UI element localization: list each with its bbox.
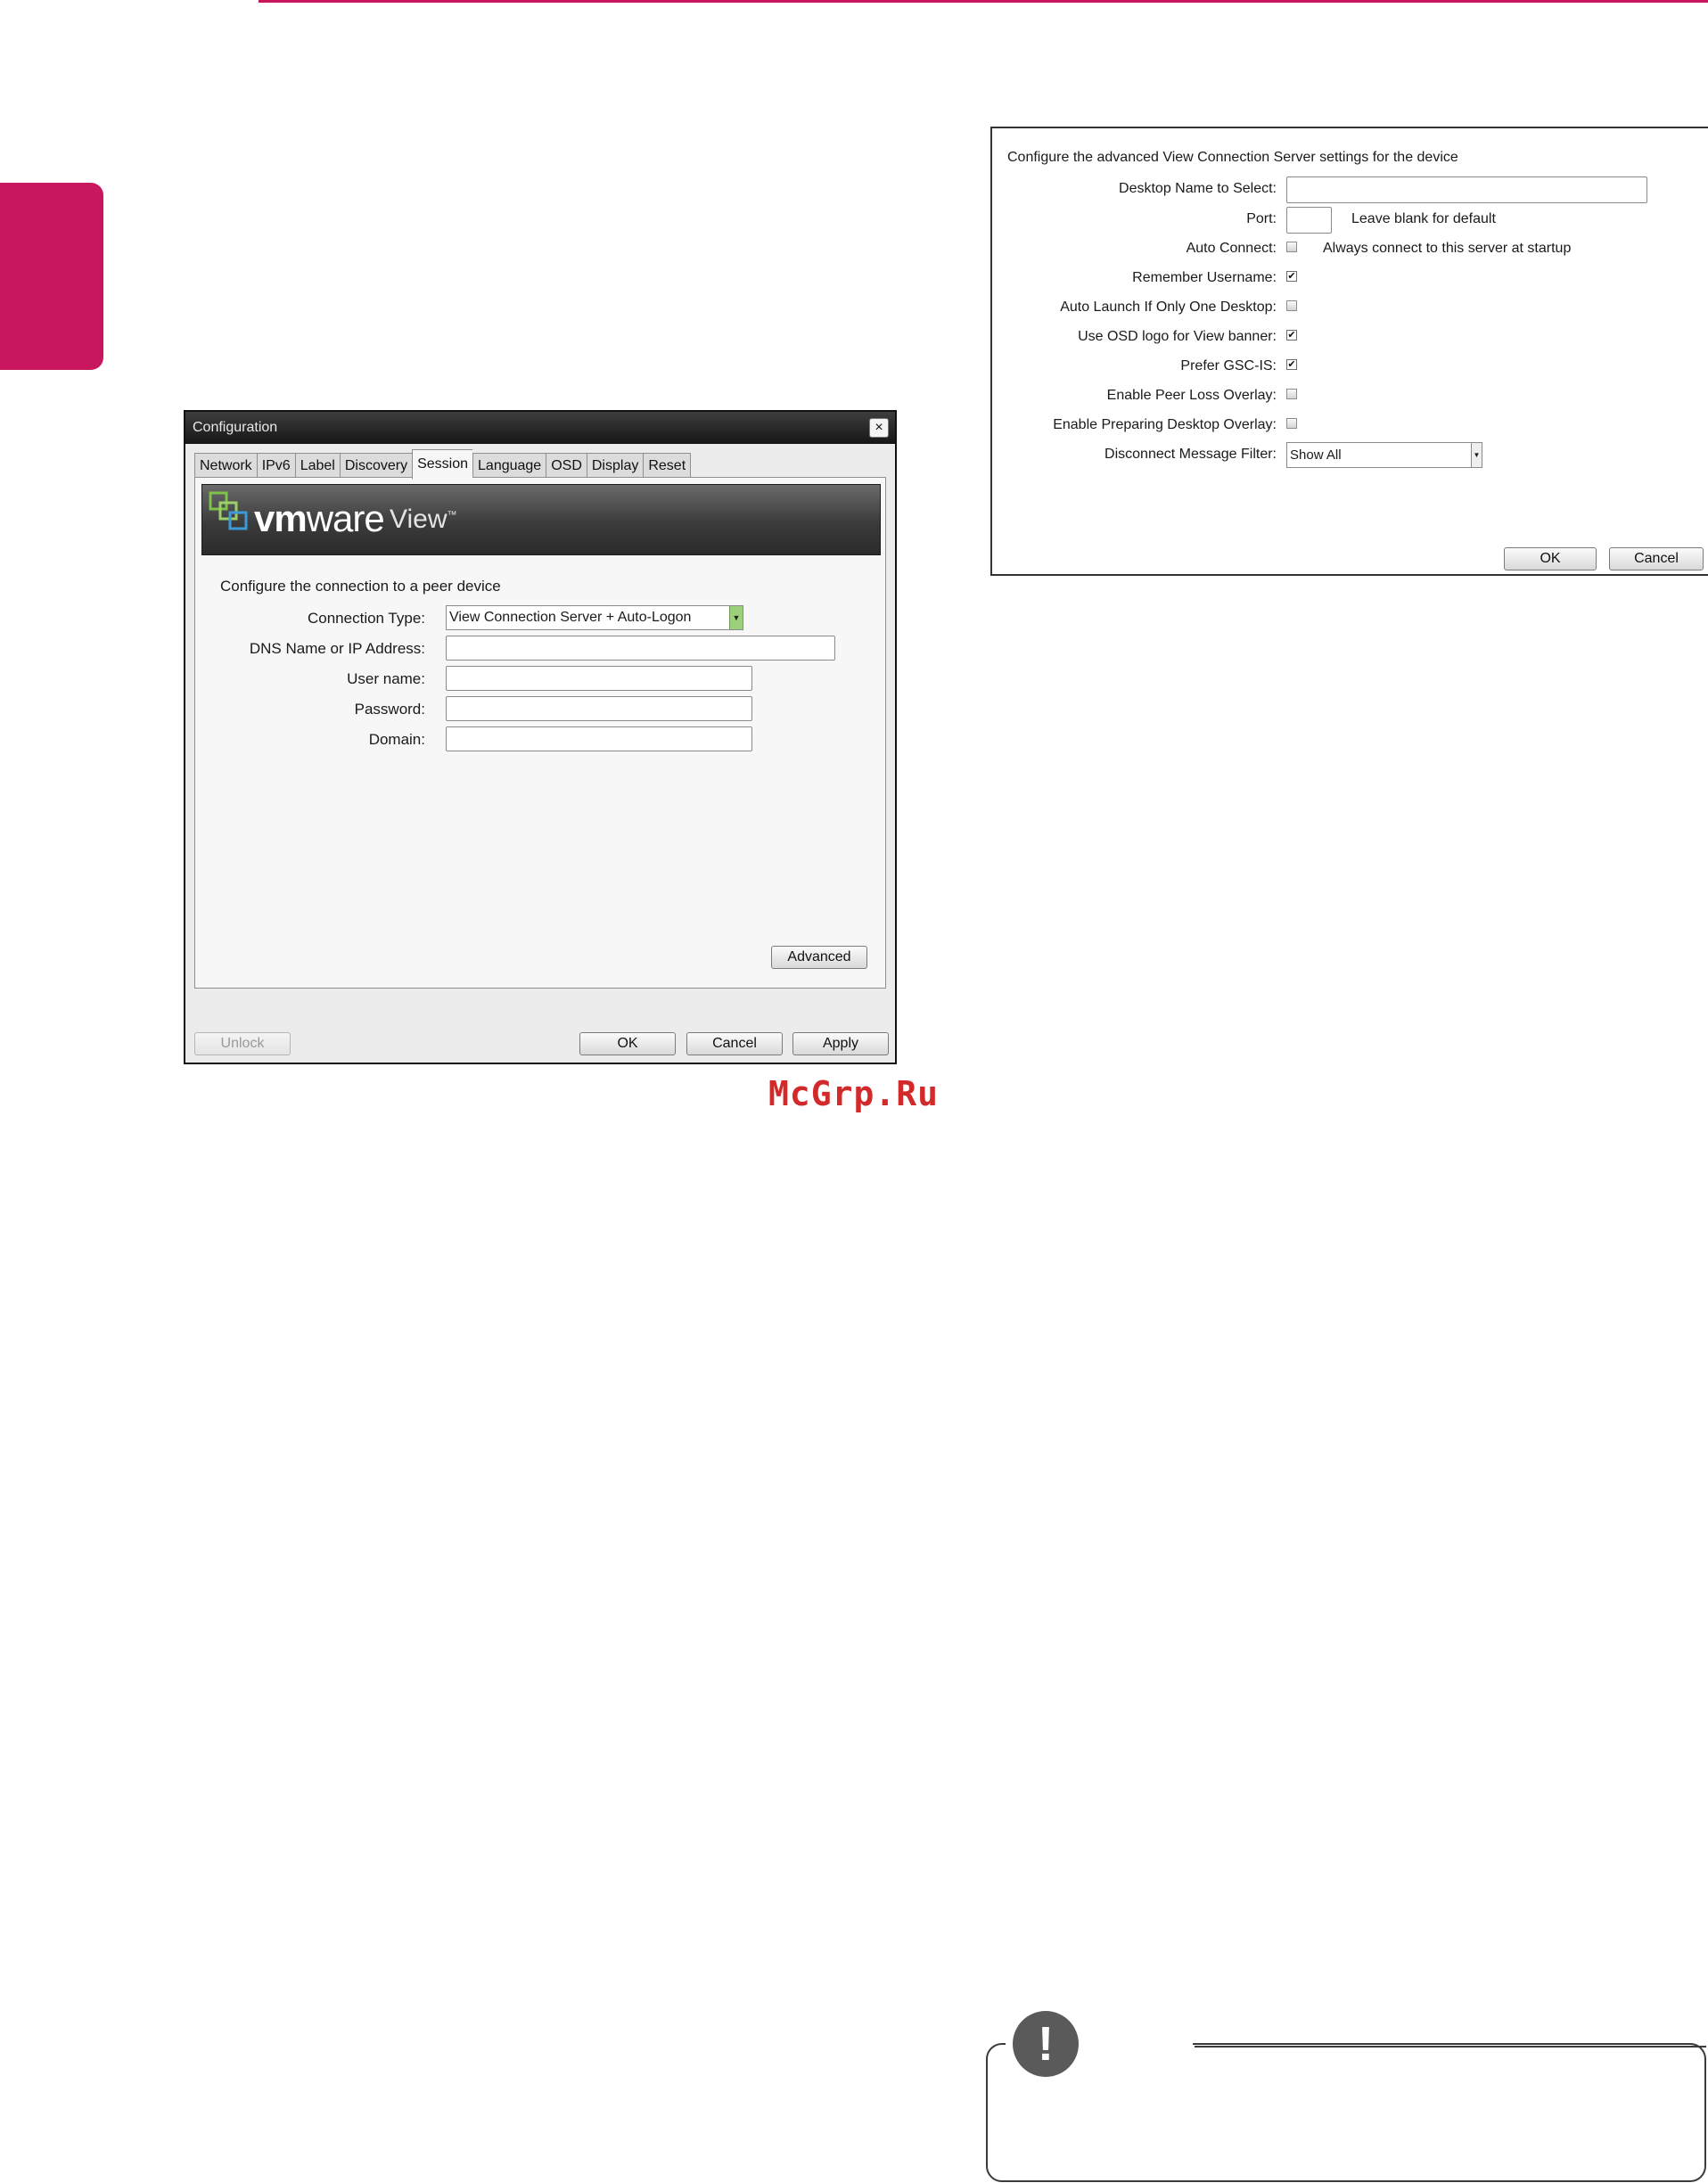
domain-label: Domain:: [368, 731, 425, 748]
dns-label: DNS Name or IP Address:: [249, 640, 425, 657]
dns-row: DNS Name or IP Address:: [195, 636, 887, 662]
domain-input[interactable]: [446, 726, 752, 751]
port-hint: Leave blank for default: [1351, 211, 1496, 226]
disconnect-filter-label: Disconnect Message Filter:: [1104, 447, 1277, 462]
dns-input[interactable]: [446, 636, 835, 661]
desktop-name-row: Desktop Name to Select:: [992, 176, 1708, 203]
chevron-down-icon[interactable]: ▼: [1471, 443, 1482, 467]
remember-username-checkbox[interactable]: ✔: [1286, 271, 1297, 282]
password-input[interactable]: [446, 696, 752, 721]
domain-row: Domain:: [195, 726, 887, 753]
auto-connect-hint: Always connect to this server at startup: [1323, 241, 1572, 256]
advanced-intro-text: Configure the advanced View Connection S…: [1007, 150, 1458, 165]
osd-logo-row: Use OSD logo for View banner: ✔: [992, 324, 1708, 351]
auto-connect-row: Auto Connect: Always connect to this ser…: [992, 236, 1708, 263]
osd-logo-checkbox[interactable]: ✔: [1286, 330, 1297, 341]
watermark-text: McGrp.Ru: [768, 1074, 940, 1113]
ok-button[interactable]: OK: [579, 1032, 676, 1055]
advanced-cancel-button[interactable]: Cancel: [1609, 547, 1704, 570]
chapter-side-tab: [0, 183, 103, 370]
advanced-button[interactable]: Advanced: [771, 946, 867, 969]
remember-username-row: Remember Username: ✔: [992, 266, 1708, 292]
prefer-gsc-row: Prefer GSC-IS: ✔: [992, 354, 1708, 381]
port-row: Port: Leave blank for default: [992, 207, 1708, 234]
tab-ipv6[interactable]: IPv6: [256, 453, 295, 480]
advanced-settings-dialog: Configure the advanced View Connection S…: [990, 127, 1708, 576]
note-box: [986, 2043, 1706, 2182]
connection-type-row: Connection Type: View Connection Server …: [195, 605, 887, 632]
connection-type-value: View Connection Server + Auto-Logon: [449, 610, 692, 625]
tab-session[interactable]: Session: [412, 449, 473, 480]
desktop-name-input[interactable]: [1286, 176, 1647, 203]
disconnect-filter-value: Show All: [1290, 447, 1342, 463]
vmware-squares-icon: [209, 491, 248, 530]
chevron-down-icon[interactable]: ▼: [729, 606, 743, 629]
peer-loss-checkbox[interactable]: [1286, 389, 1297, 399]
vmware-wordmark: vmware: [254, 497, 385, 539]
osd-logo-label: Use OSD logo for View banner:: [1078, 329, 1277, 344]
note-header-line: [1195, 2046, 1706, 2048]
auto-launch-checkbox[interactable]: [1286, 300, 1297, 311]
close-icon[interactable]: ×: [869, 418, 889, 438]
cancel-button[interactable]: Cancel: [686, 1032, 783, 1055]
peer-loss-label: Enable Peer Loss Overlay:: [1106, 388, 1277, 403]
username-row: User name:: [195, 666, 887, 693]
username-input[interactable]: [446, 666, 752, 691]
port-input[interactable]: [1286, 207, 1332, 234]
peer-loss-row: Enable Peer Loss Overlay:: [992, 383, 1708, 410]
tab-label[interactable]: Label: [294, 453, 340, 480]
disconnect-filter-select[interactable]: Show All ▼: [1286, 442, 1482, 468]
port-label: Port:: [1246, 211, 1277, 226]
prefer-gsc-label: Prefer GSC-IS:: [1180, 358, 1277, 373]
tab-language[interactable]: Language: [472, 453, 546, 480]
dialog-title-bar: Configuration ×: [185, 412, 895, 444]
configuration-dialog: Configuration × Network IPv6 Label Disco…: [184, 410, 897, 1064]
connection-type-label: Connection Type:: [308, 610, 425, 627]
view-wordmark: View™: [390, 505, 457, 534]
disconnect-filter-row: Disconnect Message Filter: Show All ▼: [992, 442, 1708, 469]
prefer-gsc-checkbox[interactable]: ✔: [1286, 359, 1297, 370]
password-label: Password:: [354, 701, 425, 718]
session-panel: vmware View™ Configure the connection to…: [194, 477, 886, 989]
apply-button[interactable]: Apply: [792, 1032, 889, 1055]
tab-discovery[interactable]: Discovery: [339, 453, 413, 480]
page-top-rule: [259, 0, 1708, 3]
tab-bar: Network IPv6 Label Discovery Session Lan…: [194, 449, 692, 480]
preparing-overlay-checkbox[interactable]: [1286, 418, 1297, 429]
dialog-title: Configuration: [193, 420, 278, 435]
remember-username-label: Remember Username:: [1132, 270, 1277, 285]
password-row: Password:: [195, 696, 887, 723]
session-intro-text: Configure the connection to a peer devic…: [220, 578, 501, 595]
unlock-button[interactable]: Unlock: [194, 1032, 291, 1055]
exclamation-icon: !: [1013, 2011, 1079, 2077]
tab-network[interactable]: Network: [194, 453, 257, 480]
auto-connect-label: Auto Connect:: [1186, 241, 1277, 256]
username-label: User name:: [347, 670, 425, 687]
tab-reset[interactable]: Reset: [643, 453, 692, 480]
preparing-overlay-label: Enable Preparing Desktop Overlay:: [1053, 417, 1277, 432]
connection-type-select[interactable]: View Connection Server + Auto-Logon ▼: [446, 605, 743, 630]
auto-launch-row: Auto Launch If Only One Desktop:: [992, 295, 1708, 322]
auto-launch-label: Auto Launch If Only One Desktop:: [1060, 300, 1277, 315]
advanced-ok-button[interactable]: OK: [1504, 547, 1597, 570]
preparing-overlay-row: Enable Preparing Desktop Overlay:: [992, 413, 1708, 439]
auto-connect-checkbox[interactable]: [1286, 242, 1297, 252]
vmware-view-banner: vmware View™: [201, 484, 881, 555]
tab-osd[interactable]: OSD: [546, 453, 587, 480]
tab-display[interactable]: Display: [586, 453, 644, 480]
desktop-name-label: Desktop Name to Select:: [1119, 181, 1277, 196]
